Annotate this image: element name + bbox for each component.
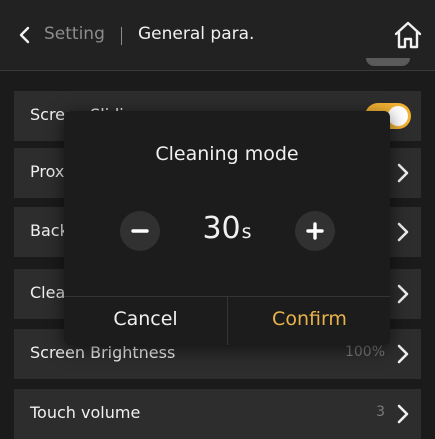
partial-toggle bbox=[366, 58, 410, 66]
home-button[interactable] bbox=[393, 20, 423, 50]
duration-unit: s bbox=[241, 221, 252, 243]
chevron-right-icon bbox=[397, 404, 409, 428]
decrement-button[interactable] bbox=[120, 211, 160, 251]
setting-value: 3 bbox=[376, 404, 385, 420]
confirm-button[interactable]: Confirm bbox=[228, 297, 391, 345]
setting-label: Screen Brightness bbox=[30, 343, 176, 362]
page-title: General para. bbox=[138, 24, 255, 44]
duration-number: 30 bbox=[202, 211, 241, 246]
setting-row-touch-volume[interactable]: Touch volume 3 bbox=[14, 389, 421, 439]
cleaning-mode-dialog: Cleaning mode 30s Cancel Confirm bbox=[64, 111, 390, 345]
toggle-knob bbox=[388, 106, 408, 126]
setting-label: Touch volume bbox=[30, 403, 141, 422]
cancel-button[interactable]: Cancel bbox=[64, 297, 227, 345]
chevron-right-icon bbox=[397, 284, 409, 308]
duration-value: 30s bbox=[184, 211, 270, 246]
title-divider bbox=[121, 27, 122, 45]
chevron-right-icon bbox=[397, 222, 409, 246]
back-button[interactable]: Setting bbox=[44, 24, 105, 44]
chevron-right-icon bbox=[397, 163, 409, 187]
increment-button[interactable] bbox=[295, 211, 335, 251]
dialog-title: Cleaning mode bbox=[155, 143, 299, 165]
home-icon bbox=[394, 21, 422, 49]
minus-icon bbox=[131, 229, 149, 233]
plus-icon bbox=[306, 222, 324, 240]
chevron-left-icon[interactable] bbox=[18, 26, 32, 48]
setting-value: 100% bbox=[344, 344, 385, 360]
chevron-right-icon bbox=[397, 344, 409, 368]
